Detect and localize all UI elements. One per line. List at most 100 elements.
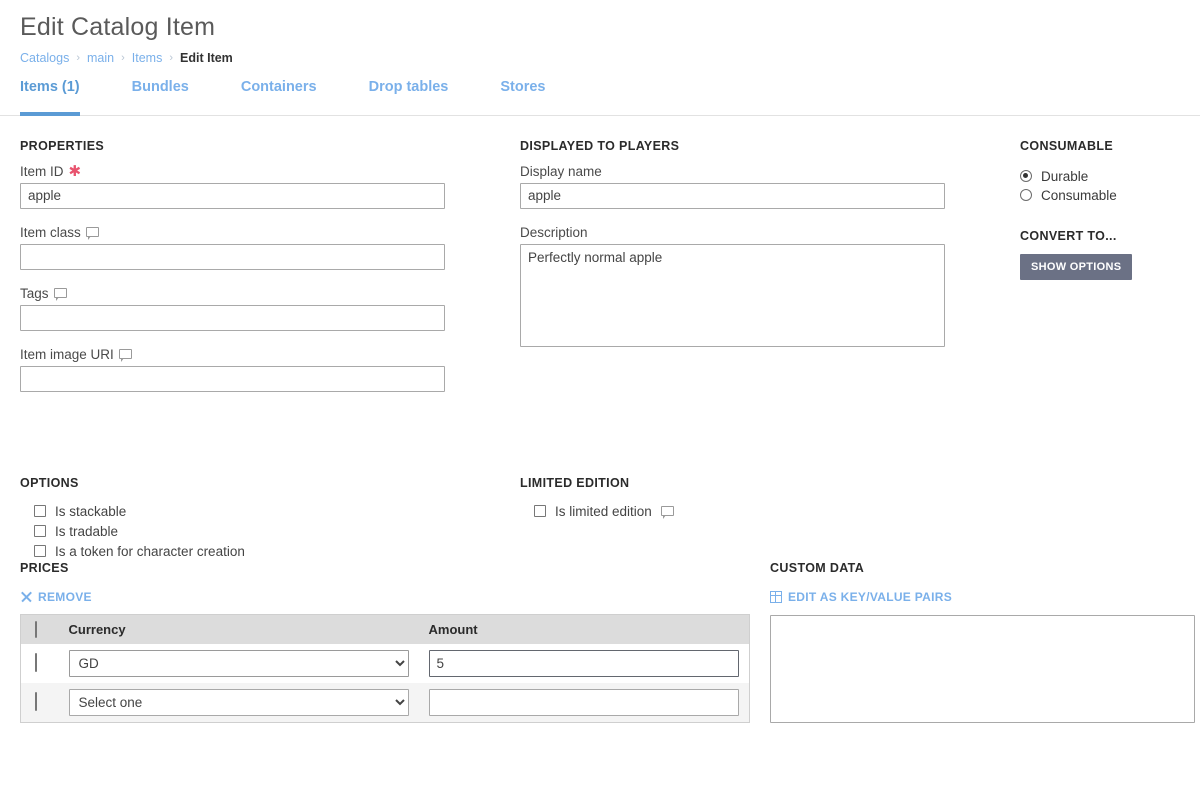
tab-bundles[interactable]: Bundles <box>110 79 211 115</box>
row-amount-cell <box>419 644 750 683</box>
checkbox-is-stackable-box[interactable] <box>34 505 46 517</box>
limited-edition-section: LIMITED EDITION Is limited edition <box>520 476 940 524</box>
remove-price-link[interactable]: REMOVE <box>20 590 92 604</box>
item-image-uri-label-text: Item image URI <box>20 346 114 362</box>
select-all-header <box>20 614 59 644</box>
breadcrumb: Catalogs › main › Items › Edit Item <box>20 51 1200 65</box>
row-amount-cell <box>418 682 750 722</box>
tags-label-text: Tags <box>20 285 49 301</box>
close-x-icon <box>20 591 32 603</box>
field-tags: Tags <box>20 286 445 331</box>
options-section-title: OPTIONS <box>20 475 79 490</box>
custom-data-section: CUSTOM DATA EDIT AS KEY/VALUE PAIRS <box>770 561 1195 728</box>
display-name-label: Display name <box>520 164 945 179</box>
checkbox-is-token-label: Is a token for character creation <box>55 543 245 559</box>
tab-containers[interactable]: Containers <box>219 79 339 115</box>
checkbox-is-tradable[interactable]: Is tradable <box>34 524 480 539</box>
row-currency-cell: GD <box>59 644 419 683</box>
display-name-input[interactable] <box>520 182 945 209</box>
radio-durable-icon[interactable] <box>1020 170 1032 182</box>
item-id-input[interactable] <box>20 182 445 209</box>
convert-to-section-title: CONVERT TO... <box>1020 228 1117 243</box>
display-name-label-text: Display name <box>520 163 602 179</box>
required-asterisk-icon: ✱ <box>68 162 82 180</box>
table-row: Select one <box>20 682 750 722</box>
row-select-cell <box>21 644 59 683</box>
row-select-cell <box>20 682 59 722</box>
radio-option-durable[interactable]: Durable <box>1020 169 1200 184</box>
checkbox-is-token-box[interactable] <box>34 545 46 557</box>
description-label-text: Description <box>520 224 588 240</box>
tooltip-bubble-icon[interactable] <box>53 288 67 301</box>
edit-key-value-pairs-label: EDIT AS KEY/VALUE PAIRS <box>788 589 953 604</box>
item-class-label-text: Item class <box>20 224 81 240</box>
item-id-label-text: Item ID <box>20 163 64 179</box>
radio-consumable-icon[interactable] <box>1020 189 1032 201</box>
checkbox-is-tradable-label: Is tradable <box>55 523 119 539</box>
prices-table: Currency Amount GD 5 Select one <box>20 613 750 723</box>
prices-table-header-row: Currency Amount <box>20 614 750 644</box>
form-content: PROPERTIES Item ID ✱ Item class Tags <box>0 116 1200 751</box>
breadcrumb-item-edit-item: Edit Item <box>180 50 233 65</box>
radio-consumable-label: Consumable <box>1041 187 1117 203</box>
amount-input-row-1[interactable] <box>428 649 739 677</box>
tab-bar: Items (1) Bundles Containers Drop tables… <box>0 79 1200 116</box>
tab-drop-tables[interactable]: Drop tables <box>347 79 471 115</box>
tooltip-bubble-icon[interactable] <box>85 227 99 240</box>
currency-column-header: Currency <box>58 614 419 644</box>
options-checkbox-group: Is stackable Is tradable Is a token for … <box>20 504 480 559</box>
item-image-uri-input[interactable] <box>20 365 445 392</box>
row-currency-cell: Select one <box>58 682 419 722</box>
checkbox-is-limited-edition-label: Is limited edition <box>555 503 652 519</box>
amount-input-row-2[interactable] <box>428 688 739 716</box>
checkbox-is-limited-edition[interactable]: Is limited edition <box>534 504 940 519</box>
checkbox-is-token-for-character-creation[interactable]: Is a token for character creation <box>34 544 480 559</box>
checkbox-is-tradable-box[interactable] <box>34 525 46 537</box>
consumable-radio-group: Durable Consumable <box>1020 169 1200 203</box>
custom-data-textarea[interactable] <box>770 614 1195 723</box>
checkbox-is-stackable[interactable]: Is stackable <box>34 504 480 519</box>
convert-to-section: CONVERT TO... SHOW OPTIONS <box>1020 229 1200 280</box>
row-checkbox[interactable] <box>35 653 37 672</box>
remove-price-label: REMOVE <box>38 589 92 604</box>
consumable-section-title: CONSUMABLE <box>1020 138 1114 153</box>
prices-section: PRICES REMOVE Currency Amount GD 5 Selec… <box>20 561 765 723</box>
table-row: GD <box>21 644 750 683</box>
breadcrumb-item-catalogs[interactable]: Catalogs <box>20 51 69 65</box>
item-image-uri-label: Item image URI <box>20 347 445 362</box>
grid-table-icon <box>770 590 782 603</box>
tab-stores[interactable]: Stores <box>478 79 567 115</box>
tooltip-bubble-icon[interactable] <box>118 349 132 362</box>
description-textarea[interactable]: Perfectly normal apple <box>520 243 945 347</box>
checkbox-is-limited-edition-box[interactable] <box>534 505 546 517</box>
row-checkbox[interactable] <box>35 692 37 711</box>
tags-label: Tags <box>20 286 445 301</box>
currency-select-row-1[interactable]: GD <box>68 649 409 677</box>
custom-data-section-title: CUSTOM DATA <box>770 560 865 575</box>
tags-input[interactable] <box>20 304 445 331</box>
tooltip-bubble-icon[interactable] <box>660 506 674 519</box>
breadcrumb-separator-icon: › <box>76 51 81 64</box>
breadcrumb-separator-icon: › <box>169 51 174 64</box>
radio-option-consumable[interactable]: Consumable <box>1020 188 1200 203</box>
show-options-button[interactable]: SHOW OPTIONS <box>1020 253 1133 280</box>
properties-section: PROPERTIES Item ID ✱ Item class Tags <box>20 139 445 408</box>
breadcrumb-item-main[interactable]: main <box>87 51 114 65</box>
select-all-checkbox[interactable] <box>35 620 37 638</box>
field-item-class: Item class <box>20 225 445 270</box>
field-display-name: Display name <box>520 164 945 209</box>
breadcrumb-separator-icon: › <box>121 51 125 64</box>
item-class-input[interactable] <box>20 243 445 270</box>
edit-key-value-pairs-link[interactable]: EDIT AS KEY/VALUE PAIRS <box>770 590 952 604</box>
limited-edition-section-title: LIMITED EDITION <box>520 475 630 490</box>
tab-items[interactable]: Items (1) <box>20 79 102 116</box>
amount-column-header: Amount <box>418 614 750 644</box>
breadcrumb-item-items[interactable]: Items <box>132 51 163 65</box>
field-description: Description Perfectly normal apple <box>520 225 945 352</box>
field-item-image-uri: Item image URI <box>20 347 445 392</box>
prices-section-title: PRICES <box>20 560 69 575</box>
consumable-section: CONSUMABLE Durable Consumable CONVERT TO… <box>1020 139 1200 280</box>
currency-select-row-2[interactable]: Select one <box>68 688 409 716</box>
item-id-label: Item ID ✱ <box>20 164 445 179</box>
limited-edition-checkbox-group: Is limited edition <box>520 504 940 519</box>
